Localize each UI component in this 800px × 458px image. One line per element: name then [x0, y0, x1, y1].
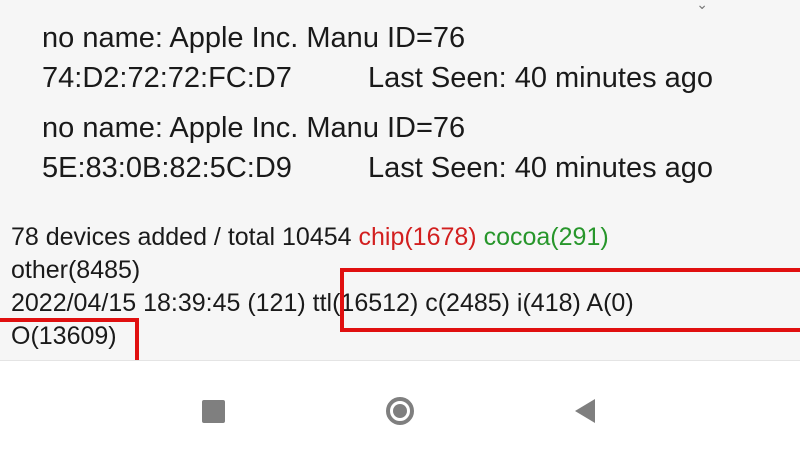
device-last-seen: Last Seen: 40 minutes ago: [368, 152, 714, 184]
back-button[interactable]: [565, 391, 605, 431]
home-button[interactable]: [380, 391, 420, 431]
chip-count: chip(1678): [358, 223, 477, 251]
cocoa-count: cocoa(291): [483, 223, 609, 251]
circle-icon: [386, 397, 414, 425]
scan-results-view: ⌄ no name: Apple Inc. Manu ID=76 74:D2:7…: [0, 0, 800, 376]
navigation-bar: [0, 361, 800, 458]
triangle-back-icon: [575, 399, 595, 423]
added-total-text: 78 devices added / total 10454: [11, 223, 352, 251]
scan-timestamp: 2022/04/15 18:39:45 (121): [11, 289, 306, 317]
device-name: no name: Apple Inc. Manu ID=76: [42, 22, 466, 54]
list-item[interactable]: no name: Apple Inc. Manu ID=76 5E:83:0B:…: [42, 108, 782, 198]
device-last-seen: Last Seen: 40 minutes ago: [368, 62, 714, 94]
o-count: O(13609): [11, 322, 117, 350]
device-mac: 74:D2:72:72:FC:D7: [42, 62, 292, 94]
device-name: no name: Apple Inc. Manu ID=76: [42, 112, 466, 144]
list-item[interactable]: no name: Apple Inc. Manu ID=76 74:D2:72:…: [42, 18, 782, 108]
app-screen: ⌄ no name: Apple Inc. Manu ID=76 74:D2:7…: [0, 0, 800, 458]
recents-button[interactable]: [193, 391, 233, 431]
chevron-down-icon: ⌄: [696, 0, 708, 12]
stats-summary: 78 devices added / total 10454 chip(1678…: [11, 221, 791, 353]
device-list: no name: Apple Inc. Manu ID=76 74:D2:72:…: [42, 18, 782, 198]
device-mac: 5E:83:0B:82:5C:D9: [42, 152, 292, 184]
square-icon: [201, 399, 225, 423]
breakdown-counts: ttl(16512) c(2485) i(418) A(0): [312, 289, 634, 317]
other-count: other(8485): [11, 256, 141, 284]
